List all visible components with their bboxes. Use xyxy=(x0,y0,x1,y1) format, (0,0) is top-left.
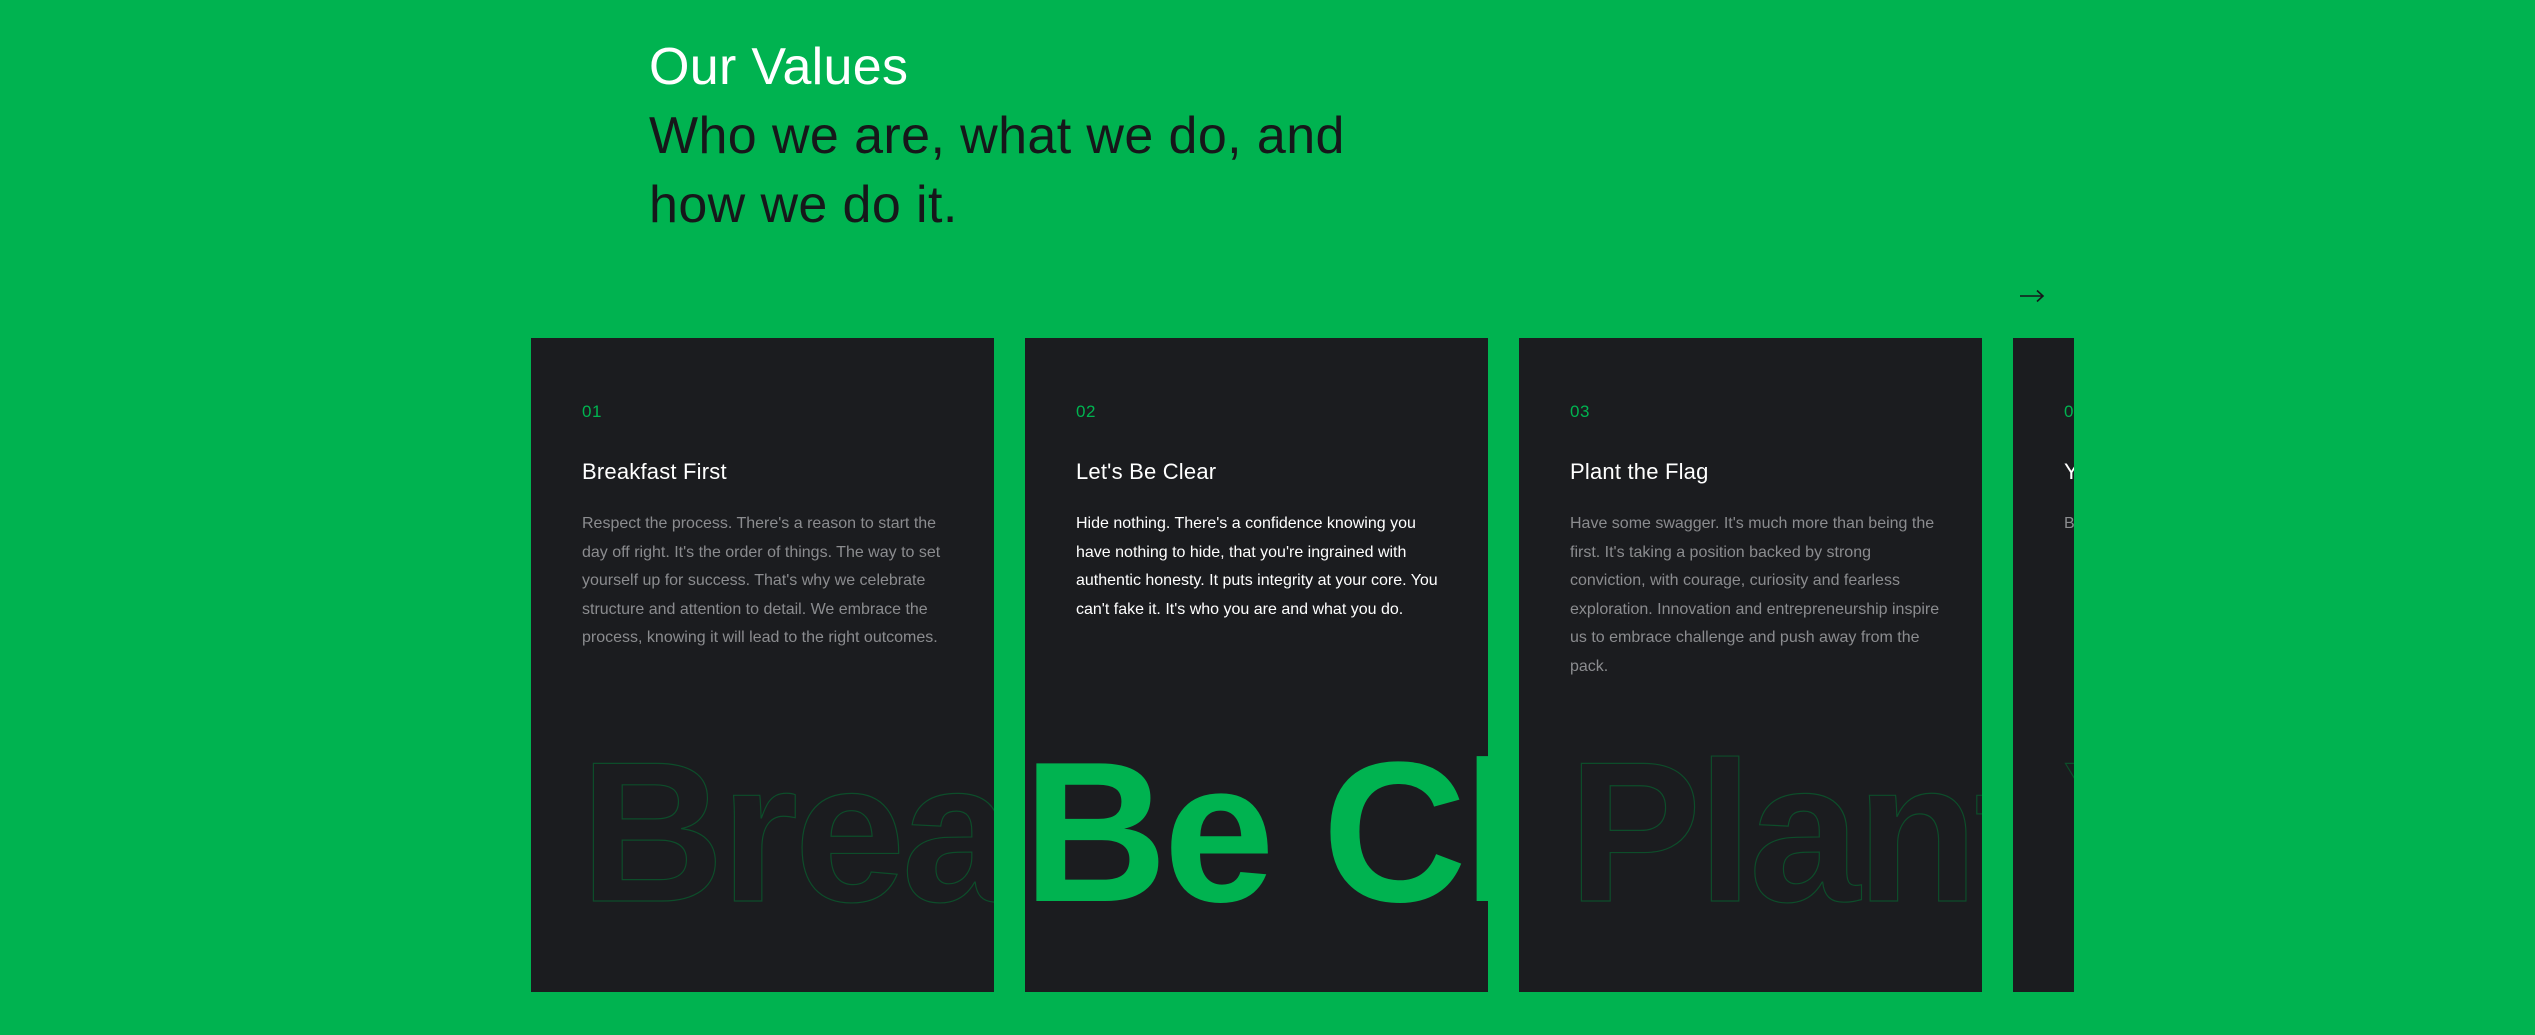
value-description: Hide nothing. There's a confidence knowi… xyxy=(1076,515,1438,618)
value-number: 01 xyxy=(582,402,602,421)
value-watermark-word: Plant the Flag xyxy=(1567,721,1982,944)
value-description: Respect the process. There's a reason to… xyxy=(582,515,941,647)
value-title: Breakfast First xyxy=(582,459,727,484)
carousel-track: 01 Breakfast First Respect the process. Th… xyxy=(531,338,2074,992)
carousel-next-button[interactable] xyxy=(2015,281,2049,311)
value-watermark-word: Be Clear xyxy=(1025,721,1488,944)
value-title: Y xyxy=(2064,459,2074,484)
value-card[interactable]: 03 Plant the Flag Have some swagger. It's … xyxy=(1519,338,1982,992)
value-number: 03 xyxy=(1570,402,1590,421)
section-kicker: Our Values xyxy=(649,38,909,96)
section-headline: Who we are, what we do, and how we do it… xyxy=(649,107,1345,234)
value-number: 02 xyxy=(1076,402,1096,421)
value-card[interactable]: 01 Breakfast First Respect the process. Th… xyxy=(531,338,994,992)
value-card[interactable]: 04 Y B s a a p Y xyxy=(2013,338,2074,992)
values-carousel[interactable]: 01 Breakfast First Respect the process. Th… xyxy=(531,338,2074,992)
value-title: Let's Be Clear xyxy=(1076,459,1217,484)
value-title: Plant the Flag xyxy=(1570,459,1709,484)
value-watermark-word: Breakfast First xyxy=(579,721,994,944)
arrow-right-icon xyxy=(2020,289,2045,303)
value-number: 04 xyxy=(2064,402,2074,421)
value-description: Have some swagger. It's much more than b… xyxy=(1570,515,1940,675)
value-description: B s a a p xyxy=(2064,515,2074,532)
values-header: Our Values Who we are, what we do, and h… xyxy=(649,36,1409,240)
value-card[interactable]: 02 Let's Be Clear Hide nothing. There's a … xyxy=(1025,338,1488,992)
value-watermark-word: Y xyxy=(2061,732,2074,933)
